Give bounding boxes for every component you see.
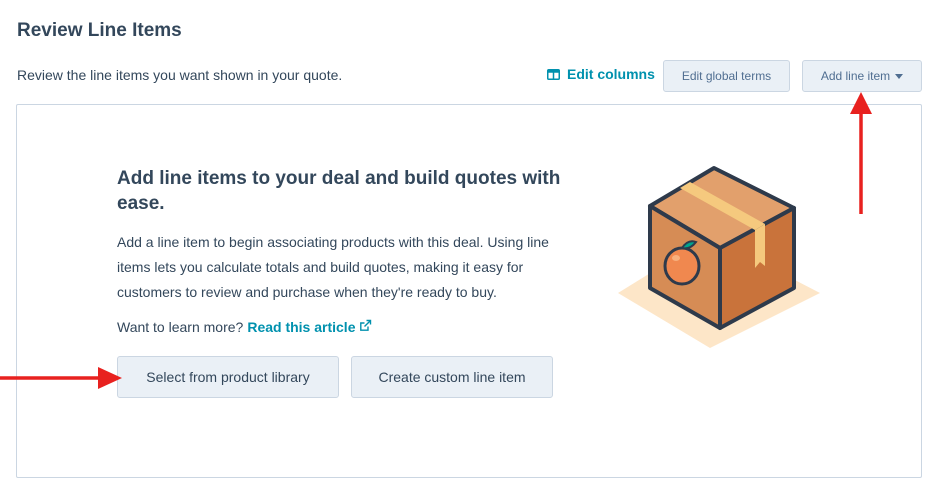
arrow-right-annotation (0, 367, 122, 389)
add-line-item-label: Add line item (820, 69, 891, 83)
page-subtitle: Review the line items you want shown in … (17, 67, 343, 83)
edit-columns-label: Edit columns (567, 66, 655, 82)
arrow-up-annotation (850, 92, 872, 214)
read-article-link[interactable]: Read this article (247, 319, 355, 335)
create-custom-line-item-button[interactable]: Create custom line item (351, 356, 553, 398)
external-link-icon[interactable] (359, 319, 372, 335)
empty-state-description: Add a line item to begin associating pro… (117, 234, 549, 300)
caret-down-icon (895, 74, 904, 79)
select-from-product-library-button[interactable]: Select from product library (117, 356, 339, 398)
create-custom-line-item-label: Create custom line item (378, 369, 526, 385)
learn-more-prefix: Want to learn more? (117, 319, 244, 335)
select-from-product-library-label: Select from product library (146, 369, 310, 385)
empty-state-heading: Add line items to your deal and build qu… (117, 168, 561, 214)
page-title: Review Line Items (17, 20, 182, 41)
edit-columns-link[interactable]: Edit columns (547, 66, 655, 82)
learn-more: Want to learn more? Read this article (117, 319, 372, 335)
box-illustration (610, 158, 825, 358)
columns-icon (547, 68, 560, 80)
edit-global-terms-button[interactable]: Edit global terms (663, 60, 790, 92)
edit-global-terms-label: Edit global terms (681, 69, 772, 83)
